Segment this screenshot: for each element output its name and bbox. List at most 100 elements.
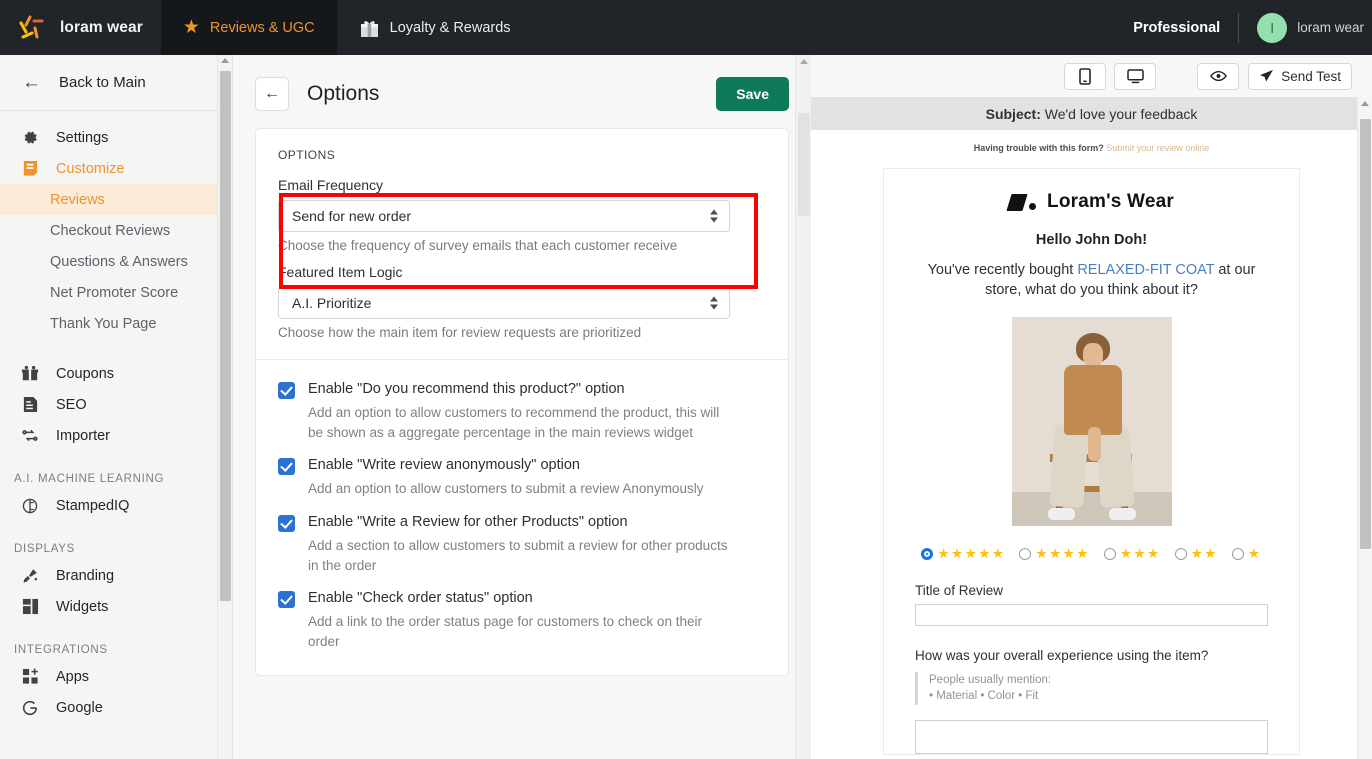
sidebar-item-stampediq[interactable]: StampedIQ <box>0 490 218 521</box>
preview-scrollbar[interactable] <box>1357 97 1372 759</box>
product-link[interactable]: RELAXED-FIT COAT <box>1077 262 1214 278</box>
rating-radio-5[interactable] <box>921 547 934 560</box>
star-icon: ★ <box>182 17 200 38</box>
main-scroll-thumb[interactable] <box>798 113 810 216</box>
send-test-button[interactable]: Send Test <box>1248 62 1352 90</box>
fields-wrap: Email Frequency Send for new order Choos… <box>256 166 788 340</box>
sidebar-item-questions-answers-label: Questions & Answers <box>50 253 188 270</box>
sidebar-item-seo[interactable]: SEO <box>0 389 218 420</box>
sidebar-item-apps[interactable]: Apps <box>0 661 218 692</box>
submit-review-online-link[interactable]: Submit your review online <box>1106 143 1209 153</box>
eye-preview-icon <box>1209 70 1227 82</box>
user-menu[interactable]: l loram wear <box>1239 12 1364 43</box>
sidebar-item-importer[interactable]: Importer <box>0 420 218 451</box>
chevron-updown-icon <box>710 209 718 223</box>
checkbox-order-status-desc: Add a link to the order status page for … <box>308 614 702 649</box>
sidebar-nav: Settings Customize Reviews Checkout Revi… <box>0 111 218 723</box>
customize-icon <box>19 160 41 177</box>
options-back-button[interactable]: ← <box>255 77 289 111</box>
rating-radio-1[interactable] <box>1231 547 1244 560</box>
apps-add-icon <box>19 668 41 685</box>
sidebar-scroll-thumb[interactable] <box>220 71 231 601</box>
rating-option-1[interactable]: ★ <box>1231 547 1262 561</box>
mobile-device-icon <box>1079 67 1091 85</box>
rating-stars-4: ★★★★ <box>1035 546 1090 562</box>
review-textarea[interactable] <box>915 719 1268 754</box>
title-of-review-input[interactable] <box>915 603 1268 626</box>
coupon-gift-icon <box>19 365 41 382</box>
rating-radio-3[interactable] <box>1103 547 1116 560</box>
sidebar-item-net-promoter-score[interactable]: Net Promoter Score <box>0 277 218 308</box>
featured-item-logic-select[interactable]: A.I. Prioritize <box>278 287 730 319</box>
scroll-up-arrow-icon[interactable] <box>800 59 808 64</box>
widgets-grid-icon <box>19 598 41 615</box>
tab-reviews-ugc[interactable]: ★ Reviews & UGC <box>160 0 337 55</box>
tab-loyalty-rewards[interactable]: Loyalty & Rewards <box>337 0 533 55</box>
preview-toolbar: Send Test <box>811 55 1372 97</box>
subject-value: We'd love your feedback <box>1044 105 1198 122</box>
checkbox-order-status-label: Enable "Check order status" option <box>308 590 533 607</box>
sparkle-logo-icon <box>14 11 48 45</box>
sidebar-item-reviews[interactable]: Reviews <box>0 184 218 215</box>
rating-radio-4[interactable] <box>1019 547 1032 560</box>
email-frequency-select[interactable]: Send for new order <box>278 200 730 232</box>
paint-brush-icon <box>19 567 41 585</box>
sidebar-item-thank-you-page[interactable]: Thank You Page <box>0 308 218 339</box>
back-to-main-button[interactable]: ← Back to Main <box>0 55 218 111</box>
rating-option-3[interactable]: ★★★ <box>1103 547 1161 561</box>
sidebar-item-thank-you-page-label: Thank You Page <box>50 315 157 332</box>
sidebar-item-settings-label: Settings <box>56 129 109 146</box>
preview-eye-button[interactable] <box>1197 62 1240 90</box>
scroll-up-arrow-icon[interactable] <box>221 58 229 63</box>
mobile-view-button[interactable] <box>1064 62 1106 90</box>
preview-scroll-thumb[interactable] <box>1360 119 1371 549</box>
checkbox-order-status[interactable] <box>278 591 295 609</box>
scroll-up-arrow-icon[interactable] <box>1361 101 1369 106</box>
user-name: loram wear <box>1297 20 1364 35</box>
email-intro-before: You've recently bought <box>927 262 1078 278</box>
checkbox-anonymous[interactable] <box>278 458 295 476</box>
rating-option-4[interactable]: ★★★★ <box>1019 547 1089 561</box>
save-button[interactable]: Save <box>716 77 789 111</box>
gift-icon <box>359 18 380 38</box>
rating-option-5[interactable]: ★★★★★ <box>921 547 1005 561</box>
email-card: Loram's Wear Hello John Doh! You've rece… <box>883 168 1300 755</box>
checkbox-recommend-label: Enable "Do you recommend this product?" … <box>308 381 625 397</box>
sidebar-item-checkout-reviews[interactable]: Checkout Reviews <box>0 215 218 246</box>
sidebar-item-widgets[interactable]: Widgets <box>0 591 218 622</box>
email-frequency-value: Send for new order <box>292 208 412 224</box>
sidebar-item-coupons[interactable]: Coupons <box>0 358 218 389</box>
sidebar-item-google[interactable]: Google <box>0 692 218 723</box>
checkbox-other-products[interactable] <box>278 514 295 532</box>
rating-option-2[interactable]: ★★ <box>1174 547 1218 561</box>
sidebar-item-net-promoter-score-label: Net Promoter Score <box>50 284 179 301</box>
loram-wear-logo-icon <box>1006 193 1037 211</box>
sidebar-item-apps-label: Apps <box>56 668 90 685</box>
main-scrollbar[interactable] <box>795 55 811 759</box>
desktop-view-button[interactable] <box>1114 62 1156 90</box>
top-bar: loram wear ★ Reviews & UGC Loyalty & Rew… <box>0 0 1372 55</box>
sidebar-scrollbar[interactable] <box>217 55 232 759</box>
sidebar-item-settings[interactable]: Settings <box>0 122 218 153</box>
sidebar-item-google-label: Google <box>56 699 103 716</box>
rating-radio-2[interactable] <box>1174 547 1187 560</box>
main-header: ← Options Save <box>233 55 811 118</box>
main-pane: ← Options Save OPTIONS Email Frequency S… <box>233 55 811 759</box>
sidebar-item-coupons-label: Coupons <box>56 365 115 382</box>
sidebar-item-customize[interactable]: Customize <box>0 153 218 184</box>
trouble-line: Having trouble with this form? Submit yo… <box>811 140 1372 153</box>
brand[interactable]: loram wear <box>0 0 161 55</box>
checkbox-anonymous-desc: Add an option to allow customers to subm… <box>308 481 704 497</box>
page-title: Options <box>307 82 380 105</box>
sidebar: ← Back to Main Settings Customize Review… <box>0 55 233 759</box>
send-test-label: Send Test <box>1281 68 1341 84</box>
email-frequency-label: Email Frequency <box>278 177 384 193</box>
checkbox-recommend[interactable] <box>278 382 295 399</box>
sidebar-item-questions-answers[interactable]: Questions & Answers <box>0 246 218 277</box>
sidebar-item-branding[interactable]: Branding <box>0 560 218 591</box>
sidebar-item-seo-label: SEO <box>56 396 87 413</box>
people-usually-mention: People usually mention: • Material • Col… <box>915 671 1268 705</box>
gear-icon <box>19 129 41 146</box>
featured-item-logic-label: Featured Item Logic <box>278 264 403 280</box>
brain-icon <box>19 497 41 515</box>
